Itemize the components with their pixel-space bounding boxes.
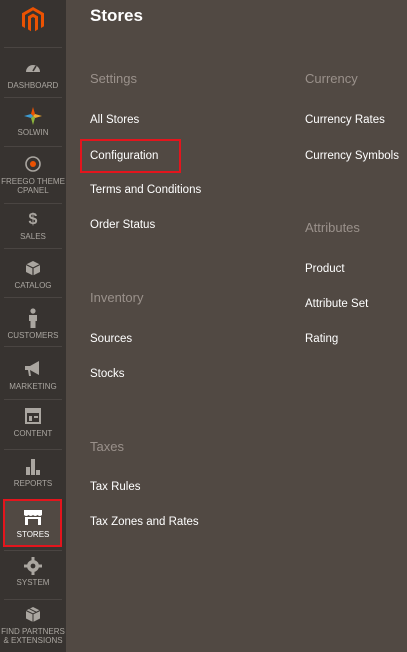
- sidebar-item-find-partners-extensions[interactable]: FIND PARTNERS & EXTENSIONS: [0, 606, 66, 645]
- section-title-inventory: Inventory: [90, 290, 144, 305]
- solwin-icon: [0, 107, 66, 125]
- sidebar-item-content[interactable]: CONTENT: [0, 408, 66, 438]
- sidebar-divider: [4, 449, 62, 450]
- sidebar-item-label: STORES: [16, 530, 50, 539]
- sidebar-item-dashboard[interactable]: DASHBOARD: [0, 60, 66, 90]
- link-product[interactable]: Product: [305, 263, 345, 275]
- sidebar-item-label: CATALOG: [14, 281, 52, 290]
- sidebar-item-freego-theme-cpanel[interactable]: FREEGO THEME CPANEL: [0, 156, 66, 195]
- link-currency-rates[interactable]: Currency Rates: [305, 114, 385, 126]
- sidebar-item-system[interactable]: SYSTEM: [0, 557, 66, 587]
- link-tax-zones-and-rates[interactable]: Tax Zones and Rates: [90, 516, 199, 528]
- sidebar-divider: [4, 203, 62, 204]
- bar-chart-icon: [0, 458, 66, 476]
- box-icon: [0, 260, 66, 278]
- sidebar-item-catalog[interactable]: CATALOG: [0, 260, 66, 290]
- person-icon: [0, 308, 66, 328]
- section-title-currency: Currency: [305, 71, 358, 86]
- sidebar-item-label: CONTENT: [13, 429, 53, 438]
- sidebar-divider: [4, 346, 62, 347]
- sidebar-item-marketing[interactable]: MARKETING: [0, 361, 66, 391]
- cubes-icon: [0, 606, 66, 624]
- link-stocks[interactable]: Stocks: [90, 368, 125, 380]
- page-title: Stores: [90, 6, 143, 25]
- sidebar-item-label: SYSTEM: [16, 578, 50, 587]
- sidebar-item-label: FIND PARTNERS & EXTENSIONS: [1, 627, 65, 645]
- stores-menu-panel: [66, 0, 407, 652]
- link-attribute-set[interactable]: Attribute Set: [305, 298, 368, 310]
- dollar-icon: $: [28, 211, 38, 228]
- storefront-icon: [0, 509, 66, 527]
- sidebar-divider: [4, 97, 62, 98]
- sidebar-divider: [4, 550, 62, 551]
- sidebar-item-label: SALES: [20, 232, 46, 241]
- megaphone-icon: [0, 361, 66, 379]
- sidebar-item-label: REPORTS: [13, 479, 53, 488]
- sidebar-item-label: CUSTOMERS: [7, 331, 59, 340]
- gear-icon: [0, 557, 66, 575]
- sidebar-item-label: FREEGO THEME CPANEL: [1, 177, 65, 195]
- link-order-status[interactable]: Order Status: [90, 219, 155, 231]
- admin-sidebar: DASHBOARD SOLWIN FREEGO THEME CPANEL $ S…: [0, 0, 66, 652]
- sidebar-item-solwin[interactable]: SOLWIN: [0, 107, 66, 137]
- link-terms-and-conditions[interactable]: Terms and Conditions: [90, 184, 201, 196]
- section-title-taxes: Taxes: [90, 439, 124, 454]
- sidebar-item-customers[interactable]: CUSTOMERS: [0, 308, 66, 340]
- link-currency-symbols[interactable]: Currency Symbols: [305, 150, 399, 162]
- section-title-settings: Settings: [90, 71, 137, 86]
- sidebar-item-label: MARKETING: [9, 382, 57, 391]
- sidebar-divider: [4, 146, 62, 147]
- magento-logo-icon: [22, 7, 44, 32]
- sidebar-divider: [4, 248, 62, 249]
- link-tax-rules[interactable]: Tax Rules: [90, 481, 141, 493]
- sidebar-divider: [4, 297, 62, 298]
- sidebar-item-reports[interactable]: REPORTS: [0, 458, 66, 488]
- magento-logo[interactable]: [0, 0, 66, 40]
- section-title-attributes: Attributes: [305, 220, 360, 235]
- dashboard-icon: [0, 60, 66, 78]
- sidebar-item-label: DASHBOARD: [7, 81, 59, 90]
- sidebar-item-sales[interactable]: $ SALES: [0, 211, 66, 241]
- link-rating[interactable]: Rating: [305, 333, 338, 345]
- sidebar-item-stores[interactable]: STORES: [0, 509, 66, 539]
- sidebar-item-label: SOLWIN: [17, 128, 49, 137]
- link-configuration[interactable]: Configuration: [90, 150, 158, 162]
- target-icon: [0, 156, 66, 174]
- sidebar-divider: [4, 399, 62, 400]
- sidebar-divider: [4, 599, 62, 600]
- sidebar-divider: [4, 47, 62, 48]
- layout-icon: [0, 408, 66, 426]
- link-sources[interactable]: Sources: [90, 333, 132, 345]
- link-all-stores[interactable]: All Stores: [90, 114, 139, 126]
